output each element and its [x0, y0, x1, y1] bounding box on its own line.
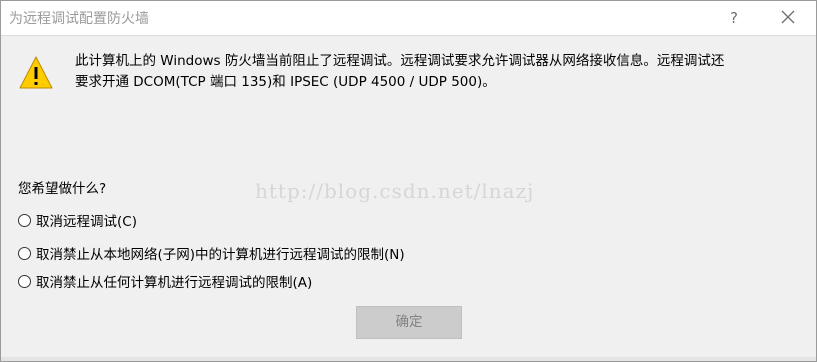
bottom-edge: [1, 357, 816, 361]
help-button[interactable]: ?: [723, 7, 745, 29]
window-title: 为远程调试配置防火墙: [9, 11, 149, 27]
option-unblock-local-subnet[interactable]: 取消禁止从本地网络(子网)中的计算机进行远程调试的限制(N): [18, 243, 405, 263]
option-label: 取消禁止从任何计算机进行远程调试的限制(A): [36, 275, 313, 291]
option-label: 取消禁止从本地网络(子网)中的计算机进行远程调试的限制(N): [36, 247, 405, 263]
watermark-text: http://blog.csdn.net/lnazj: [255, 179, 535, 203]
option-unblock-any-computer[interactable]: 取消禁止从任何计算机进行远程调试的限制(A): [18, 271, 312, 291]
option-cancel-remote-debugging[interactable]: 取消远程调试(C): [18, 210, 137, 230]
close-icon: [781, 10, 795, 24]
option-label: 取消远程调试(C): [36, 214, 137, 230]
question-label: 您希望做什么?: [18, 181, 107, 197]
warning-message-line: 要求开通 DCOM(TCP 端口 135)和 IPSEC (UDP 4500 /…: [75, 74, 496, 90]
firewall-config-dialog: 为远程调试配置防火墙 ? 此计算机上的 Windows 防火墙当前阻止了远程调试…: [0, 0, 817, 362]
radio-button[interactable]: [18, 213, 31, 227]
title-bar: 为远程调试配置防火墙 ?: [1, 1, 816, 36]
close-button[interactable]: [776, 7, 800, 29]
warning-message: 此计算机上的 Windows 防火墙当前阻止了远程调试。远程调试要求允许调试器从…: [75, 51, 800, 93]
radio-button[interactable]: [18, 246, 31, 260]
warning-icon: [19, 56, 53, 89]
warning-message-line: 此计算机上的 Windows 防火墙当前阻止了远程调试。远程调试要求允许调试器从…: [75, 53, 725, 69]
ok-button[interactable]: 确定: [356, 306, 462, 339]
radio-button[interactable]: [18, 274, 31, 288]
